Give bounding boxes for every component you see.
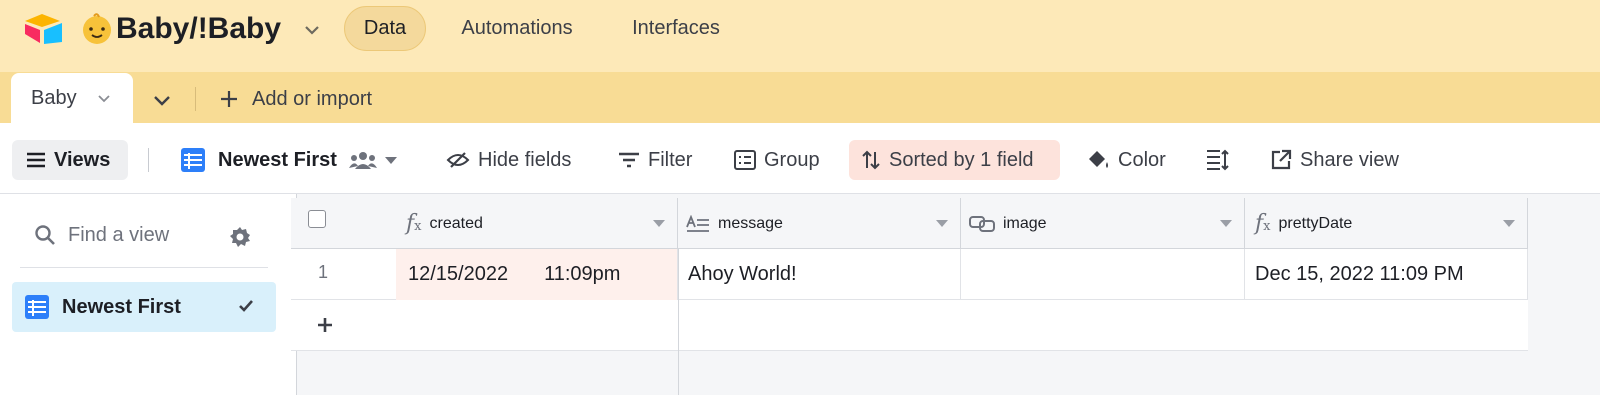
chevron-down-icon[interactable]: [97, 91, 111, 105]
link-icon: [969, 215, 995, 232]
hide-fields-label: Hide fields: [478, 148, 572, 171]
row-number: 1: [318, 262, 329, 282]
color-label: Color: [1118, 148, 1166, 171]
column-header-prettydate[interactable]: fx prettyDate: [1245, 198, 1528, 249]
column-name: prettyDate: [1278, 214, 1353, 232]
cell-created[interactable]: 12/15/2022 11:09pm: [396, 249, 678, 300]
tab-automations[interactable]: Automations: [446, 6, 588, 51]
base-title[interactable]: Baby/!Baby: [80, 9, 281, 49]
divider: [148, 148, 149, 172]
views-label: Views: [54, 148, 111, 171]
add-record-plus-icon[interactable]: [316, 316, 334, 334]
find-view-placeholder: Find a view: [68, 223, 170, 246]
checkmark-icon: [239, 300, 253, 312]
select-all-column: [291, 198, 396, 249]
column-name: image: [1003, 214, 1047, 232]
caret-down-icon: [384, 157, 397, 164]
add-or-import-button[interactable]: Add or import: [220, 84, 372, 114]
created-date: 12/15/2022: [408, 263, 509, 285]
group-button[interactable]: Group: [734, 140, 828, 180]
long-text-icon: [686, 214, 709, 232]
share-view-button[interactable]: Share view: [1270, 140, 1410, 180]
column-header-created[interactable]: fx created: [396, 198, 678, 249]
tab-data[interactable]: Data: [344, 6, 426, 51]
formula-icon: fx: [406, 211, 422, 236]
more-tables-chevron-icon[interactable]: [150, 88, 174, 112]
share-icon: [1271, 149, 1292, 170]
sort-arrows-icon: [862, 150, 880, 170]
tab-label: Automations: [461, 17, 573, 39]
created-time: 11:09pm: [544, 263, 621, 285]
table-tab-baby[interactable]: Baby: [11, 73, 133, 124]
prettydate-value: Dec 15, 2022 11:09 PM: [1255, 263, 1464, 285]
cell-image[interactable]: [961, 249, 1245, 300]
tab-label: Data: [363, 17, 407, 39]
paint-bucket-icon: [1089, 151, 1108, 168]
select-all-checkbox[interactable]: [308, 210, 326, 228]
column-header-message[interactable]: message: [678, 198, 961, 249]
plus-icon: [221, 91, 237, 107]
collaborators-icon: [348, 152, 377, 169]
hamburger-icon: [27, 152, 45, 168]
grid-view-icon: [25, 295, 49, 319]
caret-down-icon[interactable]: [936, 220, 948, 227]
sidebar-view-newest-first[interactable]: Newest First: [12, 282, 276, 332]
tab-label: Interfaces: [632, 17, 720, 39]
share-view-label: Share view: [1300, 148, 1399, 171]
color-button[interactable]: Color: [1086, 140, 1172, 180]
column-divider: [678, 249, 679, 395]
column-header-image[interactable]: image: [961, 198, 1245, 249]
add-row[interactable]: [291, 300, 1528, 351]
cell-prettydate[interactable]: Dec 15, 2022 11:09 PM: [1245, 249, 1528, 300]
filter-button[interactable]: Filter: [618, 140, 702, 180]
search-icon: [35, 225, 55, 245]
table-tab-label: Baby: [31, 87, 77, 109]
gear-icon[interactable]: [229, 226, 251, 248]
hide-fields-button[interactable]: Hide fields: [446, 140, 584, 180]
base-name: Baby/!Baby: [116, 12, 282, 45]
divider: [20, 267, 268, 268]
message-value: Ahoy World!: [688, 263, 797, 285]
add-import-label: Add or import: [252, 87, 373, 110]
grid-view-icon: [181, 148, 205, 172]
formula-icon: fx: [1255, 211, 1271, 236]
row-height-icon: [1207, 149, 1229, 171]
group-icon: [734, 150, 756, 170]
airtable-logo[interactable]: [22, 12, 64, 46]
group-label: Group: [764, 148, 820, 171]
column-name: message: [718, 214, 783, 232]
find-view-search[interactable]: Find a view: [34, 222, 169, 248]
current-view-button[interactable]: Newest First: [180, 140, 412, 180]
cell-message[interactable]: Ahoy World!: [678, 249, 961, 300]
row-height-button[interactable]: [1206, 140, 1232, 180]
tab-interfaces[interactable]: Interfaces: [614, 6, 738, 51]
chevron-down-icon[interactable]: [302, 20, 322, 40]
filter-label: Filter: [648, 148, 693, 171]
view-item-label: Newest First: [62, 295, 181, 318]
hide-eye-icon: [446, 152, 470, 168]
current-view-name: Newest First: [218, 148, 337, 171]
caret-down-icon[interactable]: [1220, 220, 1232, 227]
caret-down-icon[interactable]: [653, 220, 665, 227]
caret-down-icon[interactable]: [1503, 220, 1515, 227]
views-toggle-button[interactable]: Views: [12, 140, 128, 180]
filter-icon: [619, 152, 639, 168]
sort-button[interactable]: Sorted by 1 field: [849, 140, 1060, 180]
column-name: created: [429, 214, 483, 232]
sorted-label: Sorted by 1 field: [889, 148, 1034, 171]
divider: [195, 87, 196, 111]
baby-emoji-icon: [83, 13, 111, 44]
